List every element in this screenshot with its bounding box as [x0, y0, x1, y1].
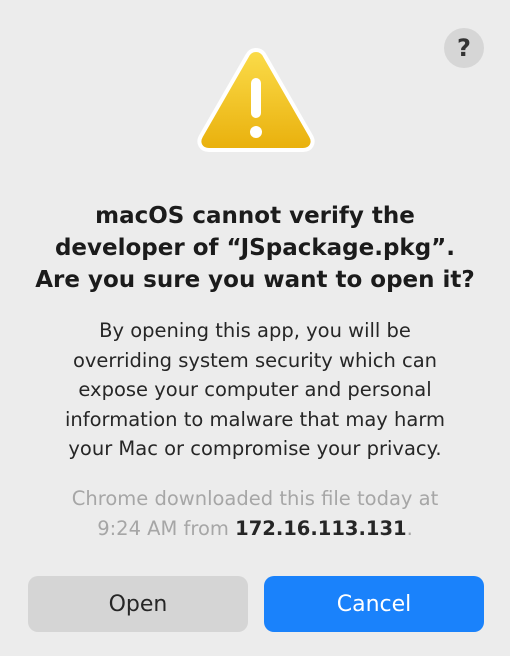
message-line: expose your computer and personal [78, 378, 432, 401]
download-source-info: Chrome downloaded this file today at 9:2… [0, 484, 510, 543]
message-line: By opening this app, you will be [99, 319, 411, 342]
help-button[interactable]: ? [444, 28, 484, 68]
open-button-label: Open [108, 591, 168, 617]
message-line: your Mac or compromise your privacy. [68, 437, 442, 460]
download-source-suffix: . [406, 516, 413, 540]
question-mark-icon: ? [457, 34, 471, 62]
download-source-line: Chrome downloaded this file today at [71, 487, 439, 510]
source-ip-address: 172.16.113.131 [235, 516, 407, 540]
download-source-line: 9:24 AM from 172.16.113.131. [0, 514, 510, 544]
open-button[interactable]: Open [28, 576, 248, 632]
title-line: macOS cannot verify the [95, 203, 415, 229]
dialog-title: macOS cannot verify the developer of “JS… [0, 200, 510, 296]
title-line: developer of “JSpackage.pkg”. [54, 235, 456, 261]
title-line: Are you sure you want to open it? [35, 267, 475, 293]
security-warning-dialog: ? macOS cannot verify the developer of “… [0, 0, 510, 656]
cancel-button[interactable]: Cancel [264, 576, 484, 632]
cancel-button-label: Cancel [336, 591, 412, 617]
dialog-message: By opening this app, you will be overrid… [0, 316, 510, 464]
warning-icon [197, 48, 315, 152]
message-line: overriding system security which can [72, 348, 438, 372]
download-time-text: 9:24 AM from [97, 516, 236, 540]
message-line: information to malware that may harm [64, 407, 446, 431]
